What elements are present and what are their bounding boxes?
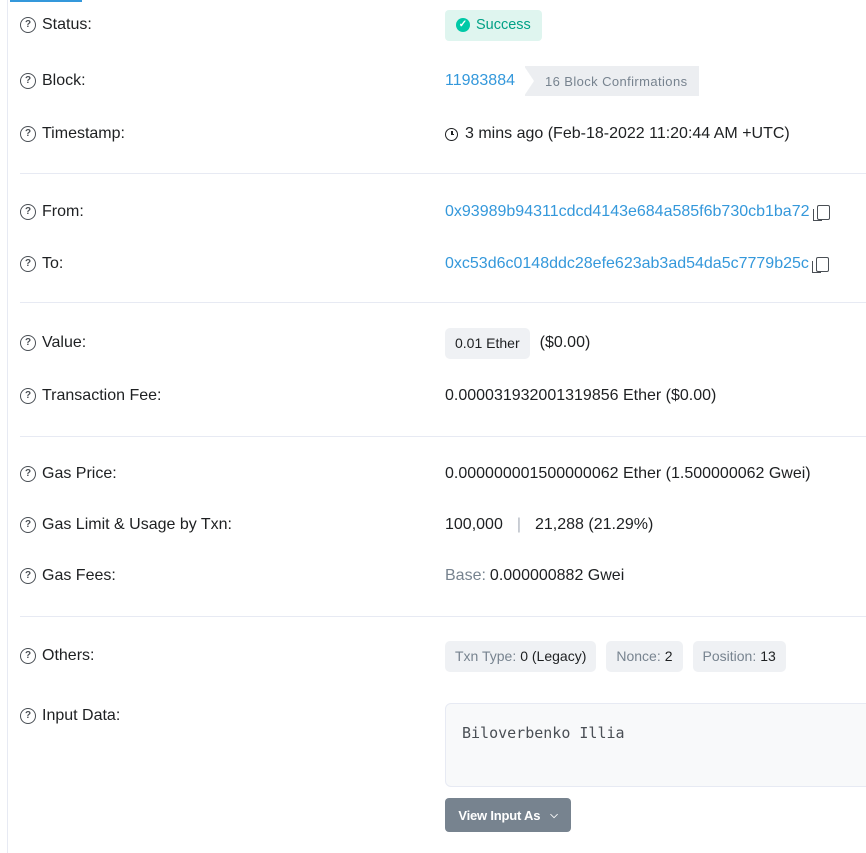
to-address-link[interactable]: 0xc53d6c0148ddc28efe623ab3ad54da5c7779b2… [445,255,809,273]
status-label: ? Status: [20,10,92,40]
gas-fees-row: ? Gas Fees: Base: 0.000000882 Gwei [20,561,866,591]
help-icon[interactable]: ? [20,517,36,533]
to-row: ? To: 0xc53d6c0148ddc28efe623ab3ad54da5c7… [20,249,866,279]
block-number-link[interactable]: 11983884 [445,72,515,90]
others-value: Txn Type: 0 (Legacy) Nonce: 2 Position: 13 [445,640,796,672]
fee-row: ? Transaction Fee: 0.000031932001319856 E… [20,381,866,411]
nonce-badge: Nonce: 2 [606,640,683,672]
gas-limit-row: ? Gas Limit & Usage by Txn: 100,000 | 21,… [20,510,866,540]
block-label: ? Block: [20,66,86,96]
gas-price-row: ? Gas Price: 0.000000001500000062 Ether (… [20,459,866,489]
help-icon[interactable]: ? [20,335,36,351]
others-row: ? Others: Txn Type: 0 (Legacy) Nonce: 2 Pos… [20,640,866,672]
left-border [0,0,8,853]
base-label: Base: [445,567,486,584]
base-value: 0.000000882 Gwei [489,567,625,584]
block-row: ? Block: 11983884 16 Block Confirmations [20,66,866,96]
value-amount-badge: 0.01 Ether [445,327,530,359]
copy-icon[interactable] [812,204,830,221]
to-value: 0xc53d6c0148ddc28efe623ab3ad54da5c7779b2… [445,249,829,279]
gas-fees-value: Base: 0.000000882 Gwei [445,561,624,591]
divider [20,173,866,174]
input-data-textarea[interactable]: Biloverbenko Illia [445,703,866,787]
help-icon[interactable]: ? [20,256,36,272]
input-data-text: Biloverbenko Illia [462,724,625,742]
others-label: ? Others: [20,641,94,671]
check-icon: ✓ [456,18,470,32]
timestamp-value: 3 mins ago (Feb-18-2022 11:20:44 AM +UTC… [445,119,790,149]
help-icon[interactable]: ? [20,466,36,482]
gas-fees-label: ? Gas Fees: [20,561,116,591]
fee-value: 0.000031932001319856 Ether ($0.00) [445,387,717,404]
to-label: ? To: [20,249,63,279]
gas-price-value: 0.000000001500000062 Ether (1.500000062 … [445,465,811,482]
help-icon[interactable]: ? [20,73,36,89]
block-value: 11983884 16 Block Confirmations [445,66,700,96]
value-value: 0.01 Ether ($0.00) [445,327,591,359]
timestamp-row: ? Timestamp: 3 mins ago (Feb-18-2022 11:2… [20,119,866,149]
help-icon[interactable]: ? [20,204,36,220]
status-badge: ✓ Success [445,9,542,41]
view-input-as-button[interactable]: View Input As ⌵ [445,798,571,832]
help-icon[interactable]: ? [20,17,36,33]
gas-price-label: ? Gas Price: [20,459,117,489]
value-row: ? Value: 0.01 Ether ($0.00) [20,327,866,359]
gas-usage: 21,288 (21.29%) [535,516,654,533]
gas-limit-value: 100,000 | 21,288 (21.29%) [445,510,653,540]
gas-limit-label: ? Gas Limit & Usage by Txn: [20,510,232,540]
clock-icon [445,127,458,141]
help-icon[interactable]: ? [20,126,36,142]
from-address-link[interactable]: 0x93989b94311cdcd4143e684a585f6b730cb1ba… [445,203,810,221]
status-row: ? Status: ✓ Success [20,9,866,41]
active-tab-indicator [10,0,82,2]
position-badge: Position: 13 [692,640,786,672]
copy-icon[interactable] [811,256,829,273]
divider [20,616,866,617]
value-label: ? Value: [20,328,86,358]
help-icon[interactable]: ? [20,648,36,664]
chevron-down-icon: ⌵ [550,809,558,821]
help-icon[interactable]: ? [20,708,36,724]
separator: | [516,516,521,533]
gas-limit-amount: 100,000 [445,516,503,533]
help-icon[interactable]: ? [20,568,36,584]
txn-type-badge: Txn Type: 0 (Legacy) [445,640,597,672]
from-row: ? From: 0x93989b94311cdcd4143e684a585f6b7… [20,197,866,227]
input-data-label: ? Input Data: [20,701,120,731]
status-value: ✓ Success [445,9,542,41]
from-value: 0x93989b94311cdcd4143e684a585f6b730cb1ba… [445,197,830,227]
timestamp-label: ? Timestamp: [20,119,125,149]
block-confirmations-badge: 16 Block Confirmations [523,66,700,96]
help-icon[interactable]: ? [20,388,36,404]
divider [20,436,866,437]
divider [20,302,866,303]
fee-label: ? Transaction Fee: [20,381,161,411]
from-label: ? From: [20,197,84,227]
value-usd: ($0.00) [539,334,591,351]
